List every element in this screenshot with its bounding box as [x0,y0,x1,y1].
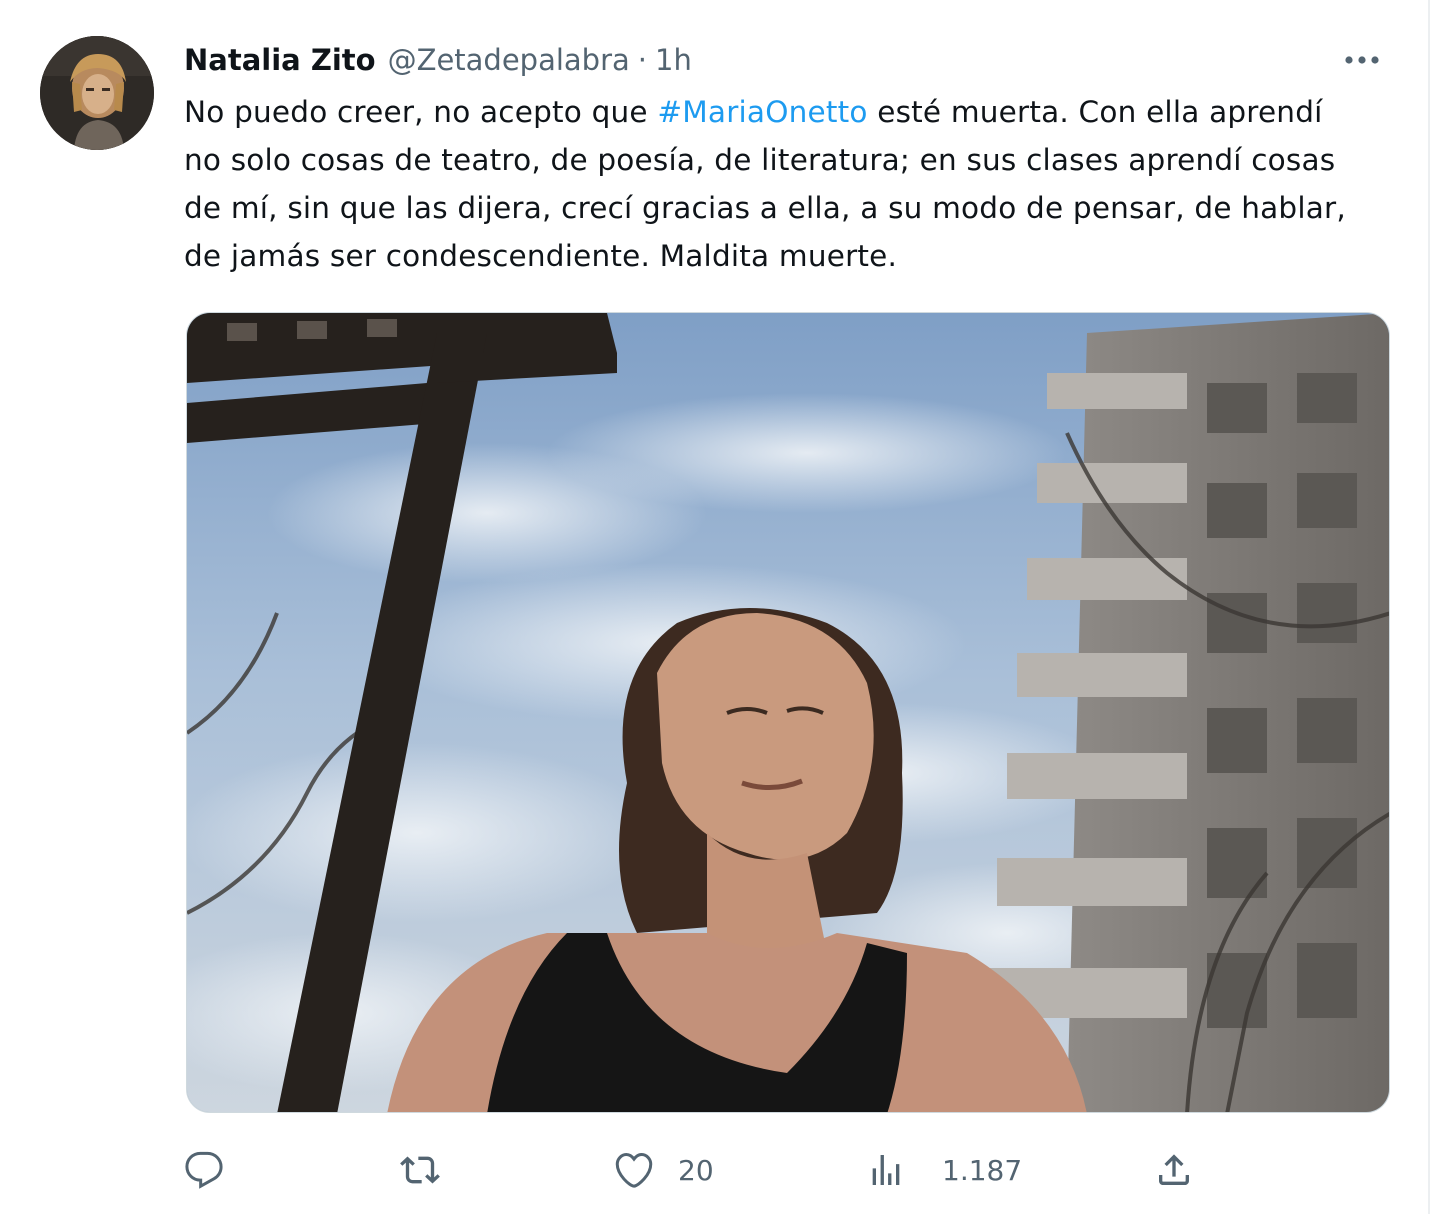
retweet-icon [400,1156,440,1184]
divider [1428,0,1430,1214]
tweet-text: No puedo creer, no acepto que #MariaOnet… [184,88,1404,280]
share-icon [1159,1154,1189,1185]
avatar-image [40,36,154,150]
views-count: 1.187 [942,1153,1023,1187]
author-handle[interactable]: @Zetadepalabra [388,43,630,77]
tweet-text-line-4: de jamás ser condescendiente. Maldita mu… [184,239,898,273]
tweet-timestamp[interactable]: 1h [655,43,692,77]
tweet-card[interactable]: Natalia Zito @Zetadepalabra · 1h No pued… [0,0,1440,1214]
avatar[interactable] [40,36,154,150]
retweet-button[interactable] [398,1140,442,1200]
heart-icon [615,1153,653,1188]
tweet-text-line-3: de mí, sin que las dijera, crecí gracias… [184,191,1346,225]
tweet-text-line-1: No puedo creer, no acepto que #MariaOnet… [184,88,1404,136]
reply-button[interactable] [184,1140,224,1200]
separator-dot: · [637,43,648,77]
tweet-actions: 20 1.187 [184,1140,1204,1200]
tweet-text-line-2: no solo cosas de teatro, de poesía, de l… [184,143,1336,177]
reply-icon [185,1151,223,1189]
analytics-icon [872,1155,900,1185]
like-button[interactable]: 20 [614,1140,714,1200]
views-button[interactable]: 1.187 [866,1140,1022,1200]
photo-woman-looking-up [187,313,1389,1112]
text-segment: esté muerta. Con ella aprendí [867,95,1323,129]
tweet-photo[interactable] [186,312,1390,1113]
share-button[interactable] [1154,1140,1194,1200]
author-name[interactable]: Natalia Zito [184,43,376,77]
like-count: 20 [678,1153,714,1187]
more-options-icon[interactable] [1342,44,1382,76]
tweet-header: Natalia Zito @Zetadepalabra · 1h [184,40,692,80]
hashtag-link[interactable]: #MariaOnetto [657,95,867,129]
text-segment: No puedo creer, no acepto que [184,95,658,129]
